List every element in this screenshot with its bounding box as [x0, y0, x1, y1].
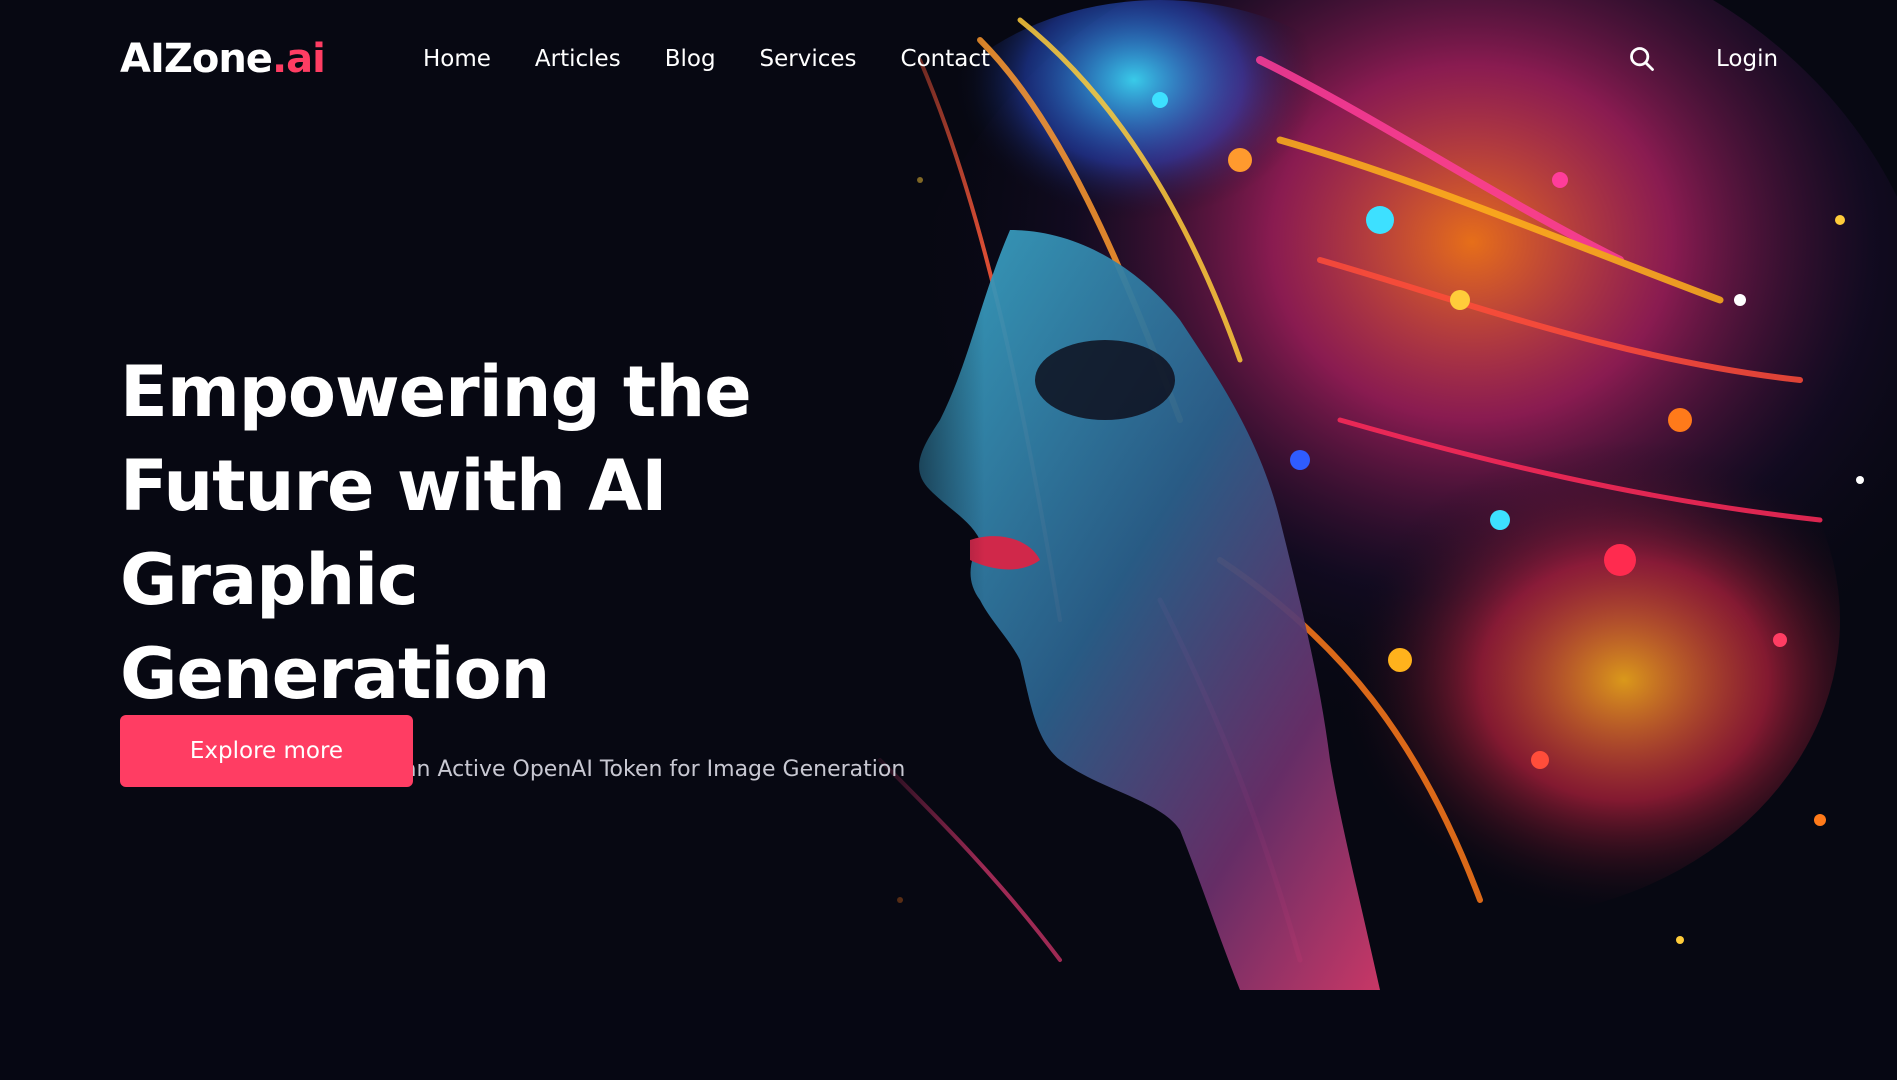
search-icon	[1630, 47, 1654, 71]
site-logo[interactable]: AIZone.ai	[120, 36, 326, 82]
hero-headline-line-1: Empowering the	[120, 351, 752, 433]
logo-accent-text: .ai	[271, 36, 326, 82]
login-link[interactable]: Login	[1716, 46, 1778, 72]
site-header: AIZone.ai Home Articles Blog Services Co…	[0, 0, 1897, 122]
search-button[interactable]	[1628, 45, 1658, 75]
hero-bottom-strip	[0, 990, 1897, 1080]
nav-link-services[interactable]: Services	[760, 46, 857, 72]
page: AIZone.ai Home Articles Blog Services Co…	[0, 0, 1897, 1080]
nav-link-articles[interactable]: Articles	[535, 46, 621, 72]
hero-image-ai-portrait	[860, 0, 1897, 990]
hero-headline-line-2: Future with AI Graphic	[120, 445, 667, 621]
explore-more-button[interactable]: Explore more	[120, 715, 413, 787]
nav-link-home[interactable]: Home	[423, 46, 491, 72]
nav-link-blog[interactable]: Blog	[665, 46, 716, 72]
hero-headline: Empowering the Future with AI Graphic Ge…	[120, 345, 920, 721]
main-nav: Home Articles Blog Services Contact	[423, 46, 990, 72]
logo-main-text: AIZone	[120, 36, 273, 82]
nav-link-contact[interactable]: Contact	[901, 46, 990, 72]
hero-headline-line-3: Generation	[120, 633, 550, 715]
